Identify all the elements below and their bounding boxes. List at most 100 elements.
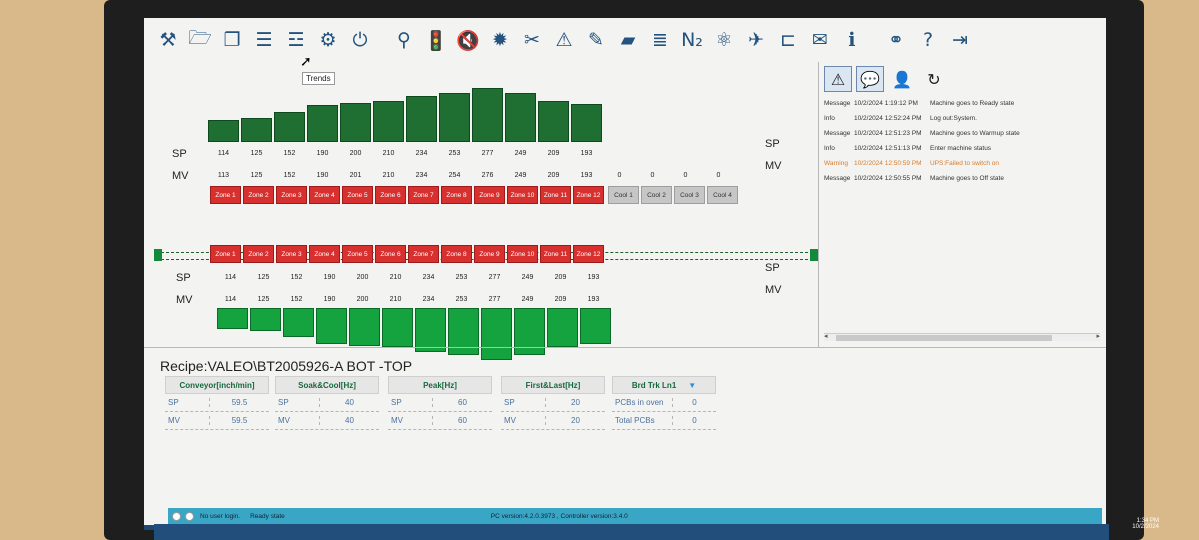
scroll-thumb[interactable]: [836, 335, 1052, 341]
zone-bar: [538, 101, 569, 142]
bottom-sp-value: 190: [323, 274, 336, 281]
zone-button[interactable]: Zone 6: [375, 245, 406, 263]
zone-button[interactable]: Zone 6: [375, 186, 406, 204]
rail-icon[interactable]: ⊏: [774, 25, 802, 55]
zone-button[interactable]: Zone 12: [573, 186, 604, 204]
cool-zone-button[interactable]: Cool 2: [641, 186, 672, 204]
valve-icon[interactable]: ⚲: [390, 25, 418, 55]
power-icon[interactable]: ⏻: [346, 25, 374, 55]
sprocket-icon[interactable]: ✹: [486, 25, 514, 55]
zone-button[interactable]: Zone 12: [573, 245, 604, 263]
top-sp-value: 210: [382, 150, 395, 157]
zone-button[interactable]: Zone 7: [408, 245, 439, 263]
bottom-sp-label: SP: [176, 272, 191, 284]
zone-button[interactable]: Zone 7: [408, 186, 439, 204]
trends-icon[interactable]: ☲: [282, 25, 310, 55]
top-sp-value: 200: [349, 150, 362, 157]
nozzle-icon[interactable]: ✈: [742, 25, 770, 55]
cool-zone-button[interactable]: Cool 4: [707, 186, 738, 204]
scroll-right-icon[interactable]: ▸: [1096, 332, 1100, 340]
zone-button[interactable]: Zone 3: [276, 245, 307, 263]
log-entry[interactable]: Info 10/2/2024 12:51:13 PM Enter machine s…: [820, 141, 1106, 156]
wrench-icon[interactable]: ✂: [518, 25, 546, 55]
log-entry[interactable]: Message 10/2/2024 1:19:12 PM Machine goes …: [820, 96, 1106, 111]
warning-icon-glyph: ⚠: [555, 29, 573, 51]
fan-icon[interactable]: ⚛: [710, 25, 738, 55]
log-entry-text: UPS:Failed to switch on: [930, 160, 1000, 167]
zone-button[interactable]: Zone 2: [243, 245, 274, 263]
zone-bar: [274, 112, 305, 142]
param-key: MV: [391, 416, 403, 425]
warning-icon[interactable]: ⚠: [550, 25, 578, 55]
bottom-mv-value: 200: [356, 296, 369, 303]
log-filter-toolbar: ⚠ 💬 👤 ↻: [820, 62, 1106, 96]
help-icon[interactable]: ?: [914, 25, 942, 55]
log-entry[interactable]: Message 10/2/2024 12:51:23 PM Machine goes…: [820, 126, 1106, 141]
param-key: SP: [168, 398, 179, 407]
zone-button[interactable]: Zone 11: [540, 245, 571, 263]
log-entry[interactable]: Warning 10/2/2024 12:50:59 PM UPS:Failed t…: [820, 156, 1106, 171]
param-row: MV 40: [275, 412, 379, 430]
zone-button[interactable]: Zone 10: [507, 245, 538, 263]
zone-button[interactable]: Zone 10: [507, 186, 538, 204]
param-table: Soak&Cool[Hz] SP 40 MV 40: [275, 376, 379, 430]
eraser-icon[interactable]: ▰: [614, 25, 642, 55]
param-row: SP 40: [275, 394, 379, 412]
pen-icon[interactable]: ✎: [582, 25, 610, 55]
top-sp-label: SP: [172, 148, 187, 160]
info-icon-glyph: ℹ: [848, 29, 856, 51]
system-tray-clock[interactable]: 1:34 PM 10/2/2024: [1132, 518, 1159, 530]
param-table-header: Brd Trk Ln1 ▼: [612, 376, 716, 394]
zone-button[interactable]: Zone 9: [474, 245, 505, 263]
user-icon[interactable]: 👤: [888, 66, 916, 92]
cool-zone-button[interactable]: Cool 3: [674, 186, 705, 204]
message-icon[interactable]: 💬: [856, 66, 884, 92]
zone-button[interactable]: Zone 4: [309, 186, 340, 204]
mute-icon[interactable]: 🔇: [454, 25, 482, 55]
log-entry[interactable]: Message 10/2/2024 12:50:55 PM Machine goes…: [820, 171, 1106, 186]
param-table-header: First&Last[Hz]: [501, 376, 605, 394]
zone-button[interactable]: Zone 1: [210, 186, 241, 204]
log-entry-type: Message: [824, 175, 851, 182]
traffic-light-icon[interactable]: 🚦: [422, 25, 450, 55]
gear-icon[interactable]: ⚙: [314, 25, 342, 55]
zone-button[interactable]: Zone 8: [441, 186, 472, 204]
zone-button[interactable]: Zone 8: [441, 245, 472, 263]
log-entry-time: 10/2/2024 1:19:12 PM: [854, 100, 918, 107]
top-mv-value: 190: [316, 172, 329, 179]
zone-button[interactable]: Zone 2: [243, 186, 274, 204]
list-icon[interactable]: ☰: [250, 25, 278, 55]
logout-icon[interactable]: ⇥: [946, 25, 974, 55]
mail-icon[interactable]: ✉: [806, 25, 834, 55]
bottom-sp-value: 125: [257, 274, 270, 281]
zone-button[interactable]: Zone 5: [342, 245, 373, 263]
folder-icon[interactable]: 🗁: [186, 25, 214, 55]
zone-button[interactable]: Zone 4: [309, 245, 340, 263]
warning-icon[interactable]: ⚠: [824, 66, 852, 92]
top-mv-label: MV: [172, 170, 189, 182]
refresh-icon[interactable]: ↻: [920, 66, 948, 92]
n2-icon[interactable]: N₂: [678, 25, 706, 55]
link-icon[interactable]: ⚭: [882, 25, 910, 55]
zone-bar: [415, 308, 446, 352]
copy-icon[interactable]: ❐: [218, 25, 246, 55]
log-entry-time: 10/2/2024 12:52:24 PM: [854, 115, 922, 122]
zone-button[interactable]: Zone 11: [540, 186, 571, 204]
log-horizontal-scrollbar[interactable]: ◂ ▸: [824, 333, 1100, 341]
dropdown-arrow-icon[interactable]: ▼: [688, 381, 696, 390]
zone-button[interactable]: Zone 1: [210, 245, 241, 263]
param-table: Conveyor[inch/min] SP 59.5 MV 59.5: [165, 376, 269, 430]
bottom-sp-value: 209: [554, 274, 567, 281]
zone-button[interactable]: Zone 3: [276, 186, 307, 204]
top-mv-value: 0: [683, 172, 688, 179]
zone-button[interactable]: Zone 9: [474, 186, 505, 204]
log-entry[interactable]: Info 10/2/2024 12:52:24 PM Log out:System.: [820, 111, 1106, 126]
database-icon[interactable]: ≣: [646, 25, 674, 55]
cool-zone-button[interactable]: Cool 1: [608, 186, 639, 204]
bottom-sp-right-label: SP: [765, 262, 780, 274]
zone-button[interactable]: Zone 5: [342, 186, 373, 204]
info-icon[interactable]: ℹ: [838, 25, 866, 55]
tools-icon[interactable]: ⚒: [154, 25, 182, 55]
log-entry-text: Enter machine status: [930, 145, 992, 152]
scroll-left-icon[interactable]: ◂: [824, 332, 828, 340]
